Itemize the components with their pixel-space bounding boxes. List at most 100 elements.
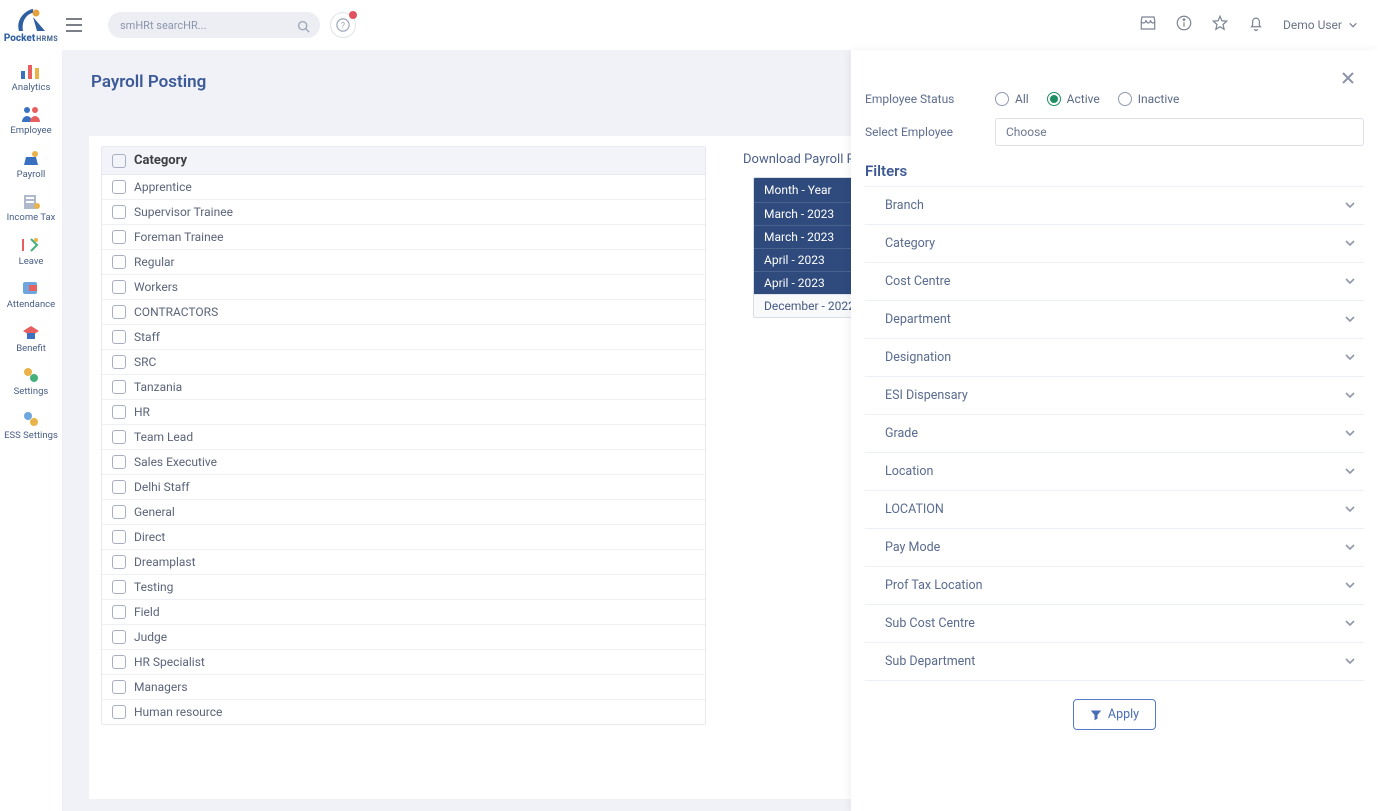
- filter-group-title: Pay Mode: [885, 540, 940, 555]
- nav-analytics[interactable]: Analytics: [0, 56, 63, 99]
- category-checkbox[interactable]: [112, 580, 126, 594]
- nav-benefit[interactable]: Benefit: [0, 317, 63, 360]
- nav-settings[interactable]: Settings: [0, 360, 63, 403]
- category-row: Regular: [102, 250, 705, 275]
- category-checkbox[interactable]: [112, 355, 126, 369]
- notification-dot: [349, 11, 357, 19]
- category-row: SRC: [102, 350, 705, 375]
- category-checkbox[interactable]: [112, 630, 126, 644]
- category-checkbox[interactable]: [112, 330, 126, 344]
- info-icon[interactable]: [1175, 14, 1193, 36]
- category-checkbox[interactable]: [112, 655, 126, 669]
- star-icon[interactable]: [1211, 14, 1229, 36]
- category-checkbox[interactable]: [112, 180, 126, 194]
- category-row: Human resource: [102, 700, 705, 724]
- category-checkbox[interactable]: [112, 305, 126, 319]
- category-checkbox[interactable]: [112, 280, 126, 294]
- category-checkbox[interactable]: [112, 605, 126, 619]
- chevron-down-icon: [1344, 538, 1356, 557]
- filter-group-toggle[interactable]: Location: [865, 453, 1364, 490]
- category-row: Workers: [102, 275, 705, 300]
- select-employee-dropdown[interactable]: Choose: [995, 118, 1364, 146]
- apply-button[interactable]: Apply: [1073, 699, 1156, 730]
- top-bar: Pocket HRMS ? Demo User: [0, 0, 1378, 50]
- employee-icon: [19, 105, 43, 123]
- filter-group: Sub Cost Centre: [865, 605, 1364, 643]
- filter-group-toggle[interactable]: Prof Tax Location: [865, 567, 1364, 604]
- payroll-icon: [19, 149, 43, 167]
- menu-toggle-button[interactable]: [60, 11, 88, 39]
- filter-group: Prof Tax Location: [865, 567, 1364, 605]
- settings-icon: [19, 366, 43, 384]
- nav-employee[interactable]: Employee: [0, 99, 63, 142]
- radio-all[interactable]: All: [995, 92, 1029, 106]
- category-row: Team Lead: [102, 425, 705, 450]
- user-menu[interactable]: Demo User: [1283, 18, 1358, 32]
- help-button[interactable]: ?: [330, 12, 356, 38]
- brand-sub: HRMS: [36, 35, 58, 43]
- filter-group-toggle[interactable]: Pay Mode: [865, 529, 1364, 566]
- benefit-icon: [19, 323, 43, 341]
- store-icon[interactable]: [1139, 14, 1157, 36]
- filter-group-title: ESI Dispensary: [885, 388, 968, 403]
- filter-group-toggle[interactable]: LOCATION: [865, 491, 1364, 528]
- category-row: Supervisor Trainee: [102, 200, 705, 225]
- filter-group-toggle[interactable]: ESI Dispensary: [865, 377, 1364, 414]
- nav-attendance[interactable]: Attendance: [0, 273, 63, 316]
- category-row: Field: [102, 600, 705, 625]
- category-label: HR: [134, 405, 150, 419]
- filters-accordion: BranchCategoryCost CentreDepartmentDesig…: [865, 186, 1364, 681]
- category-checkbox[interactable]: [112, 680, 126, 694]
- filter-group: Sub Department: [865, 643, 1364, 681]
- category-checkbox[interactable]: [112, 455, 126, 469]
- filter-group-toggle[interactable]: Cost Centre: [865, 263, 1364, 300]
- nav-leave[interactable]: Leave: [0, 230, 63, 273]
- category-checkbox[interactable]: [112, 555, 126, 569]
- category-checkbox[interactable]: [112, 205, 126, 219]
- filter-group-toggle[interactable]: Sub Department: [865, 643, 1364, 680]
- category-label: Workers: [134, 280, 178, 294]
- chevron-down-icon: [1344, 576, 1356, 595]
- radio-inactive[interactable]: Inactive: [1118, 92, 1180, 106]
- radio-active[interactable]: Active: [1047, 92, 1100, 106]
- category-row: Direct: [102, 525, 705, 550]
- category-select-all-checkbox[interactable]: [112, 154, 126, 168]
- category-checkbox[interactable]: [112, 405, 126, 419]
- category-checkbox[interactable]: [112, 255, 126, 269]
- filter-group: Location: [865, 453, 1364, 491]
- chevron-down-icon: [1344, 348, 1356, 367]
- category-label: Regular: [134, 255, 175, 269]
- category-label: Tanzania: [134, 380, 182, 394]
- search-input[interactable]: [120, 19, 290, 32]
- close-button[interactable]: [1340, 70, 1356, 90]
- bell-icon[interactable]: [1247, 14, 1265, 36]
- category-checkbox[interactable]: [112, 530, 126, 544]
- nav-payroll[interactable]: Payroll: [0, 143, 63, 186]
- category-checkbox[interactable]: [112, 430, 126, 444]
- filters-title: Filters: [865, 162, 1364, 180]
- category-label: Testing: [134, 580, 173, 594]
- category-checkbox[interactable]: [112, 230, 126, 244]
- topbar-right: Demo User: [1139, 14, 1358, 36]
- category-row: Foreman Trainee: [102, 225, 705, 250]
- category-checkbox[interactable]: [112, 380, 126, 394]
- chevron-down-icon: [1344, 386, 1356, 405]
- global-search[interactable]: [108, 12, 320, 38]
- category-checkbox[interactable]: [112, 480, 126, 494]
- category-label: Direct: [134, 530, 165, 544]
- filter-group-toggle[interactable]: Category: [865, 225, 1364, 262]
- filter-group-toggle[interactable]: Department: [865, 301, 1364, 338]
- filter-group-toggle[interactable]: Grade: [865, 415, 1364, 452]
- category-checkbox[interactable]: [112, 505, 126, 519]
- filter-group-title: LOCATION: [885, 502, 944, 517]
- filter-group-title: Prof Tax Location: [885, 578, 983, 593]
- filter-group-toggle[interactable]: Sub Cost Centre: [865, 605, 1364, 642]
- nav-ess-settings[interactable]: ESS Settings: [0, 404, 63, 447]
- filter-group: Category: [865, 225, 1364, 263]
- nav-income-tax[interactable]: Income Tax: [0, 186, 63, 229]
- filter-group-title: Sub Cost Centre: [885, 616, 975, 631]
- filter-group-toggle[interactable]: Designation: [865, 339, 1364, 376]
- category-checkbox[interactable]: [112, 705, 126, 719]
- filter-group-title: Location: [885, 464, 933, 479]
- filter-group-toggle[interactable]: Branch: [865, 187, 1364, 224]
